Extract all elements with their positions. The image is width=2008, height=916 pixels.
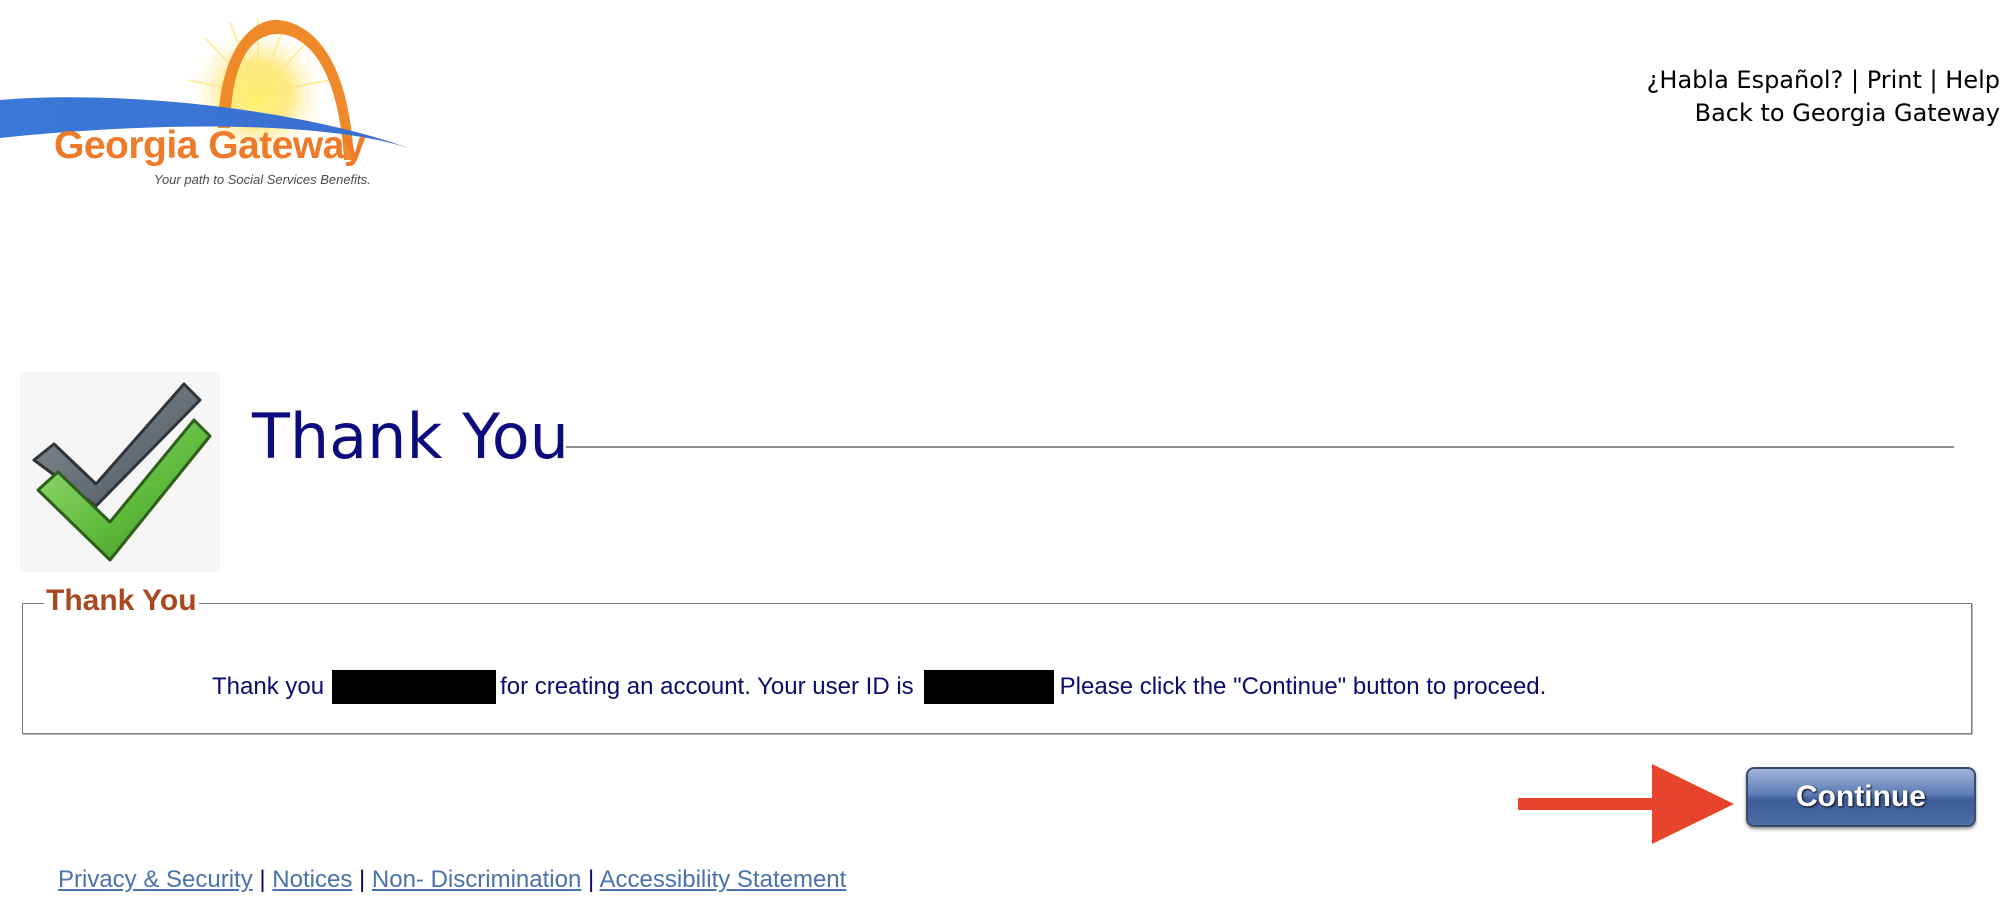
checkmark-icon (20, 372, 220, 572)
confirmation-message: Thank you for creating an account. Your … (212, 670, 1546, 704)
top-links-row-1: ¿Habla Español? | Print | Help (1647, 64, 2000, 97)
non-discrimination-link[interactable]: Non- Discrimination (372, 866, 581, 893)
habla-espanol-link[interactable]: ¿Habla Español? (1647, 66, 1844, 94)
footer-links: Privacy & Security | Notices | Non- Disc… (58, 866, 846, 894)
arrow-right-icon (1518, 764, 1734, 844)
separator: | (359, 866, 366, 893)
message-part-3: Please click the "Continue" button to pr… (1059, 673, 1547, 700)
logo-tagline: Your path to Social Services Benefits. (154, 172, 371, 187)
title-divider (566, 446, 1954, 448)
thank-you-panel (22, 603, 1972, 734)
separator: | (1850, 66, 1860, 94)
accessibility-statement-link[interactable]: Accessibility Statement (600, 866, 847, 893)
message-part-1: Thank you (212, 673, 325, 700)
help-link[interactable]: Help (1945, 66, 2000, 94)
logo-graphic (0, 18, 414, 166)
separator: | (1929, 66, 1938, 94)
back-to-gateway-link[interactable]: Back to Georgia Gateway (1695, 99, 2000, 127)
redacted-user-id (923, 670, 1054, 704)
redacted-name (332, 670, 497, 704)
continue-button[interactable]: Continue (1746, 767, 1976, 827)
notices-link[interactable]: Notices (272, 866, 352, 893)
message-part-2: for creating an account. Your user ID is (500, 673, 914, 700)
separator: | (259, 866, 266, 893)
page-title: Thank You (252, 400, 569, 473)
privacy-security-link[interactable]: Privacy & Security (58, 866, 253, 893)
panel-legend: Thank You (44, 584, 199, 618)
separator: | (587, 866, 595, 893)
georgia-gateway-logo[interactable]: Georgia Gateway Your path to Social Serv… (0, 0, 420, 200)
print-link[interactable]: Print (1867, 66, 1922, 94)
top-links: ¿Habla Español? | Print | Help Back to G… (1647, 64, 2000, 130)
logo-name: Georgia Gateway (54, 124, 366, 167)
